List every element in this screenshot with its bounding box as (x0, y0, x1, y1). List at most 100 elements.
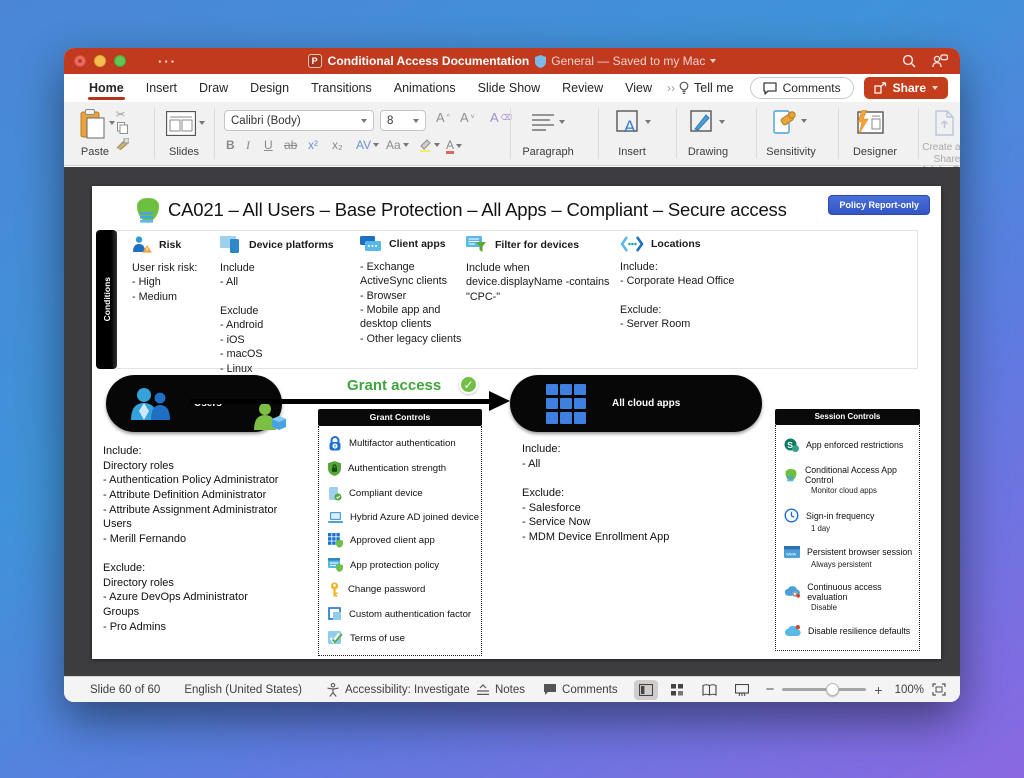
normal-view-button[interactable] (634, 680, 658, 700)
zoom-out-button[interactable]: − (766, 681, 775, 698)
flow-arrow (190, 399, 490, 404)
chevron-down-icon (199, 121, 205, 125)
drawing-label: Drawing (672, 146, 744, 158)
slides-button[interactable] (166, 111, 205, 136)
close-button[interactable] (74, 55, 86, 67)
condition-filter-for-devices[interactable]: Filter for devices Include when device.d… (466, 236, 612, 304)
zoom-in-button[interactable]: + (874, 682, 882, 698)
shrink-font-button[interactable]: A˅ (460, 110, 475, 125)
strikethrough-button[interactable]: ab (284, 138, 297, 152)
zoom-level[interactable]: 100% (895, 684, 924, 696)
tab-slide-show[interactable]: Slide Show (467, 74, 552, 102)
tab-review[interactable]: Review (551, 74, 614, 102)
paste-button[interactable] (80, 109, 115, 139)
cut-icon[interactable]: ✂ (116, 108, 125, 121)
tab-animations[interactable]: Animations (383, 74, 467, 102)
tab-view[interactable]: View (614, 74, 663, 102)
chevron-down-icon (109, 121, 115, 125)
tab-transitions[interactable]: Transitions (300, 74, 383, 102)
accessibility-icon (326, 683, 340, 697)
text-highlight-button[interactable] (418, 138, 440, 152)
condition-risk[interactable]: Risk User risk risk: - High - Medium (132, 236, 216, 304)
grant-item-approved-app: Approved client app (319, 533, 481, 548)
slide-heading[interactable]: CA021 – All Users – Base Protection – Al… (168, 199, 787, 221)
zoom-button[interactable] (114, 55, 126, 67)
copy-icon[interactable] (117, 122, 128, 137)
clear-formatting-button[interactable]: A⌫ (490, 110, 512, 125)
font-name-select[interactable]: Calibri (Body) (224, 110, 374, 131)
drawing-button[interactable] (690, 110, 725, 136)
policy-report-only-badge[interactable]: Policy Report-only (828, 195, 930, 215)
session-item-signin-frequency: Sign-in frequency 1 day (776, 508, 919, 533)
underline-button[interactable]: U (264, 138, 273, 152)
grow-font-button[interactable]: A^ (436, 110, 450, 125)
tell-me[interactable]: Tell me (679, 81, 734, 95)
condition-client-apps[interactable]: Client apps - Exchange ActiveSync client… (360, 236, 464, 346)
highlighter-icon (418, 138, 432, 152)
zoom-slider-knob[interactable] (826, 683, 839, 696)
autosave-status[interactable]: General — Saved to my Mac (535, 54, 716, 68)
tab-home[interactable]: Home (78, 74, 135, 102)
condition-locations[interactable]: Locations Include: - Corporate Head Offi… (620, 236, 800, 332)
grant-item-hybrid-joined: Hybrid Azure AD joined device (319, 511, 481, 524)
format-painter-icon[interactable] (116, 138, 129, 153)
paragraph-button[interactable] (530, 112, 565, 134)
grant-item-mfa: Multifactor authentication (319, 436, 481, 451)
subscript-button[interactable]: x₂ (332, 138, 343, 152)
zoom-slider[interactable] (782, 688, 866, 691)
bold-button[interactable]: B (226, 138, 235, 152)
grant-access-label[interactable]: Grant access (347, 377, 441, 394)
conditional-access-icon (784, 468, 798, 483)
presenter-coach-icon[interactable] (932, 54, 948, 68)
slideshow-button[interactable] (730, 680, 754, 700)
cloud-apps-pill[interactable]: All cloud apps (510, 375, 762, 432)
chevron-down-icon (710, 59, 716, 63)
document-title: Conditional Access Documentation (328, 54, 530, 68)
tab-design[interactable]: Design (239, 74, 300, 102)
chevron-down-icon (361, 119, 367, 123)
device-platforms-icon (220, 236, 242, 253)
slide-counter[interactable]: Slide 60 of 60 (90, 684, 160, 696)
language-indicator[interactable]: English (United States) (184, 684, 302, 696)
approved-app-icon (328, 533, 343, 548)
notes-toggle[interactable]: Notes (476, 684, 525, 696)
adobe-pdf-button[interactable] (934, 110, 956, 139)
tab-overflow-icon[interactable]: ›› (667, 81, 675, 95)
tab-draw[interactable]: Draw (188, 74, 239, 102)
cloud-apps-scope-text[interactable]: Include: - All Exclude: - Salesforce - S… (522, 442, 742, 544)
fit-to-window-icon[interactable] (932, 683, 946, 696)
chevron-down-icon (932, 86, 938, 90)
share-button[interactable]: Share (864, 77, 948, 99)
accessibility-status[interactable]: Accessibility: Investigate (326, 683, 470, 697)
normal-view-icon (639, 684, 653, 696)
comments-button[interactable]: Comments (750, 77, 854, 99)
conditions-tab[interactable]: Conditions (96, 230, 117, 369)
tab-insert[interactable]: Insert (135, 74, 188, 102)
slide-sorter-icon (671, 684, 684, 696)
font-size-select[interactable]: 8 (380, 110, 426, 131)
session-controls-panel[interactable]: Session Controls S App enforced restrict… (775, 409, 920, 651)
sensitivity-button[interactable] (772, 109, 807, 136)
change-case-button[interactable]: Aa (386, 138, 409, 152)
search-icon[interactable] (902, 54, 916, 68)
grant-controls-panel[interactable]: Grant Controls Multifactor authenticatio… (318, 409, 482, 656)
minimize-button[interactable] (94, 55, 106, 67)
reading-view-button[interactable] (698, 680, 722, 700)
session-controls-header: Session Controls (775, 409, 920, 425)
users-scope-text[interactable]: Include: Directory roles - Authenticatio… (103, 444, 323, 634)
slide-canvas[interactable]: CA021 – All Users – Base Protection – Al… (92, 186, 941, 659)
condition-device-platforms[interactable]: Device platforms Include - All Exclude -… (220, 236, 336, 376)
more-options-icon[interactable]: ··· (158, 54, 177, 69)
font-color-button[interactable]: A (446, 138, 462, 154)
designer-button[interactable] (854, 110, 884, 135)
session-item-ca-app-control: Conditional Access App Control Monitor c… (776, 465, 919, 495)
sensitivity-label: Sensitivity (752, 146, 830, 158)
sensitivity-shield-icon (535, 55, 546, 68)
superscript-button[interactable]: x² (308, 138, 318, 152)
session-item-resilience-defaults: Disable resilience defaults (776, 624, 919, 637)
insert-button[interactable]: A (616, 110, 651, 136)
character-spacing-button[interactable]: AV (356, 138, 379, 152)
italic-button[interactable]: I (246, 138, 250, 153)
comments-toggle[interactable]: Comments (543, 683, 618, 696)
slide-sorter-button[interactable] (666, 680, 690, 700)
